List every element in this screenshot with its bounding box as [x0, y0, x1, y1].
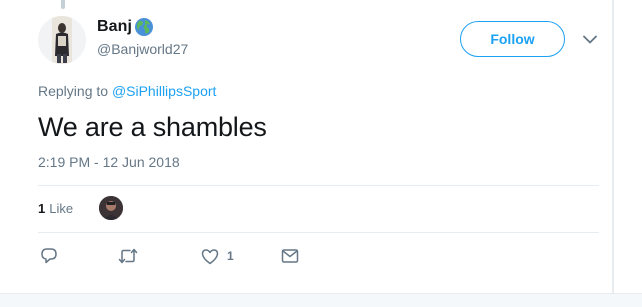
page-bottom-band	[0, 293, 642, 307]
reply-context-prefix: Replying to	[38, 83, 109, 99]
author-name-row[interactable]: Banj	[97, 17, 154, 37]
divider-bottom	[38, 232, 599, 233]
reply-icon	[41, 248, 57, 264]
likes-summary-count: 1	[38, 201, 46, 216]
panel-edge	[612, 0, 614, 293]
more-options-button[interactable]	[580, 29, 600, 49]
globe-emoji-icon	[134, 17, 154, 37]
chevron-down-icon	[583, 35, 597, 43]
author-avatar-image	[38, 16, 86, 64]
reply-context: Replying to @SiPhillipsSport	[38, 83, 216, 99]
direct-message-button[interactable]	[281, 246, 299, 266]
envelope-icon	[281, 249, 299, 263]
liker-avatar-image	[99, 196, 123, 220]
author-handle[interactable]: @Banjworld27	[97, 41, 188, 57]
likes-summary-label: Like	[49, 201, 74, 216]
retweet-icon	[118, 248, 138, 264]
liker-avatar[interactable]	[99, 196, 123, 220]
reply-mention-link[interactable]: @SiPhillipsSport	[112, 83, 216, 99]
likes-summary[interactable]: 1 Like	[38, 201, 73, 216]
tweet-page: Banj @Banjworld27 Follow Replying to @Si…	[0, 0, 642, 307]
author-display-name[interactable]: Banj	[97, 18, 132, 36]
like-count: 1	[227, 249, 234, 263]
reply-button[interactable]	[40, 246, 58, 266]
tweet-timestamp[interactable]: 2:19 PM - 12 Jun 2018	[38, 154, 180, 170]
like-button[interactable]: 1	[201, 246, 234, 266]
heart-icon	[201, 248, 219, 264]
retweet-button[interactable]	[118, 246, 138, 266]
divider-top	[38, 185, 599, 186]
author-avatar[interactable]	[38, 16, 86, 64]
tweet-text: We are a shambles	[38, 112, 267, 142]
thread-connector-line	[61, 0, 65, 9]
follow-button[interactable]: Follow	[460, 21, 565, 57]
